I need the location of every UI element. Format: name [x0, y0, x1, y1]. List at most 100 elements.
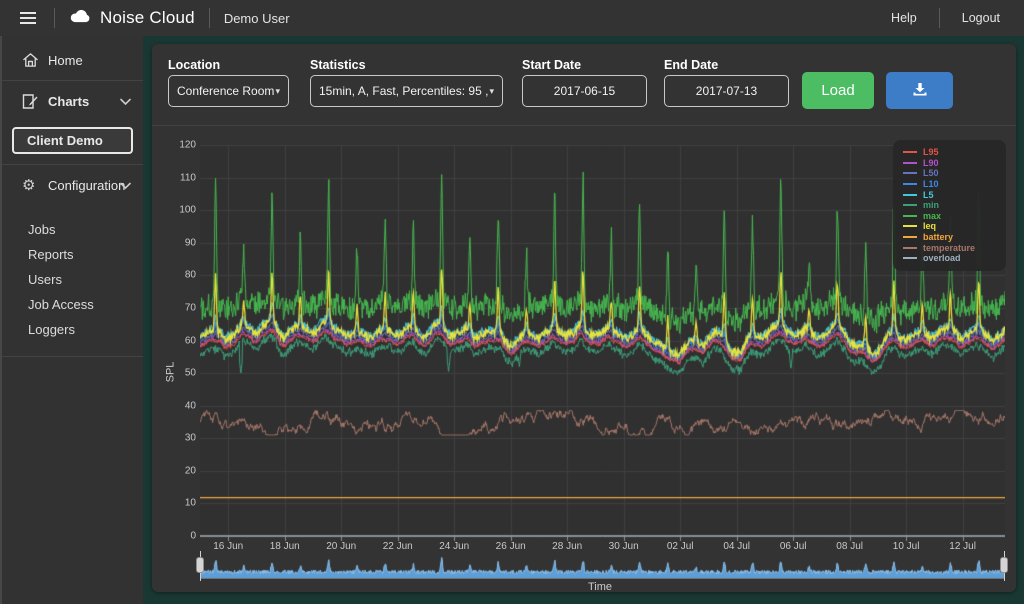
y-tick-label: 50 [184, 367, 196, 379]
sidebar-item-label: Configuration [48, 177, 126, 193]
legend-label: L95 [923, 147, 939, 158]
sidebar-item-reports[interactable]: Reports [2, 242, 143, 267]
end-date-input[interactable] [664, 75, 789, 107]
home-icon [22, 52, 48, 68]
location-value: Conference Room [177, 84, 275, 98]
caret-down-icon: ▾ [489, 85, 494, 96]
navigator-left-handle[interactable] [196, 557, 204, 573]
chart-region: SPL 120 110 100 90 80 70 60 50 40 30 20 10 0 16 Jun 1… [152, 126, 1016, 593]
y-tick-label: 120 [179, 139, 196, 151]
y-tick-label: 20 [184, 465, 196, 477]
legend-swatch [903, 204, 917, 207]
app-title: Noise Cloud [100, 8, 195, 27]
legend-label: L5 [923, 189, 934, 200]
chevron-down-icon [120, 178, 131, 193]
legend-swatch [903, 225, 917, 228]
sidebar-divider [2, 80, 143, 81]
location-label: Location [168, 58, 221, 72]
legend-label: battery [923, 232, 954, 243]
main-panel: Location Conference Room ▾ Statistics 15… [152, 44, 1016, 593]
sidebar-item-label: Charts [48, 93, 90, 109]
legend-item-L90[interactable]: L90 [903, 158, 1006, 169]
sidebar-divider [2, 164, 143, 165]
sidebar-item-jobs[interactable]: Jobs [2, 217, 143, 242]
legend-item-battery[interactable]: battery [903, 232, 1006, 243]
legend-label: leq [923, 221, 937, 232]
sidebar-config-list: Jobs Reports Users Job Access Loggers [2, 217, 143, 342]
y-tick-label: 80 [184, 269, 196, 281]
legend-swatch [903, 151, 917, 154]
top-bar: Noise Cloud Demo User Help Logout [0, 0, 1024, 36]
sidebar-item-client-demo[interactable]: Client Demo [12, 127, 133, 154]
sidebar-item-loggers[interactable]: Loggers [2, 317, 143, 342]
user-name: Demo User [223, 10, 290, 26]
download-icon [912, 82, 928, 100]
y-tick-label: 70 [184, 302, 196, 314]
sidebar-item-charts[interactable]: Charts [2, 83, 143, 119]
brand[interactable]: Noise Cloud [69, 8, 195, 28]
sidebar-divider [2, 356, 143, 357]
y-tick-label: 30 [184, 432, 196, 444]
legend-label: L90 [923, 157, 939, 168]
sidebar-item-configuration[interactable]: ⚙ Configuration [2, 167, 143, 203]
load-button[interactable]: Load [802, 72, 874, 109]
chevron-down-icon [120, 94, 131, 109]
legend-item-L95[interactable]: L95 [903, 147, 1006, 158]
y-tick-label: 110 [180, 172, 196, 184]
hamburger-menu-icon[interactable] [16, 8, 40, 28]
legend-swatch [903, 236, 917, 239]
statistics-select[interactable]: 15min, A, Fast, Percentiles: 95 ,90 , ▾ [310, 75, 503, 107]
legend-swatch [903, 246, 917, 249]
chart-note-icon [22, 93, 48, 110]
spl-time-chart[interactable] [200, 145, 1005, 543]
statistics-value: 15min, A, Fast, Percentiles: 95 ,90 , [319, 84, 489, 98]
help-link[interactable]: Help [883, 7, 925, 29]
topbar-divider [54, 8, 55, 28]
legend-label: min [923, 200, 940, 211]
y-tick-label: 40 [184, 400, 196, 412]
sidebar-item-users[interactable]: Users [2, 267, 143, 292]
location-select[interactable]: Conference Room ▾ [168, 75, 289, 107]
legend-label: temperature [923, 242, 976, 253]
legend-item-L5[interactable]: L5 [903, 189, 1006, 200]
legend-swatch [903, 161, 917, 164]
gear-icon: ⚙ [22, 177, 36, 194]
legend-swatch [903, 172, 917, 175]
legend-item-L50[interactable]: L50 [903, 168, 1006, 179]
legend-label: L10 [923, 179, 939, 190]
y-tick-label: 0 [190, 530, 196, 542]
start-date-input[interactable] [522, 75, 647, 107]
logout-link[interactable]: Logout [954, 7, 1008, 29]
download-button[interactable] [886, 72, 953, 109]
legend-item-leq[interactable]: leq [903, 221, 1006, 232]
caret-down-icon: ▾ [275, 85, 280, 96]
sidebar-item-home[interactable]: Home [2, 42, 143, 78]
start-date-label: Start Date [522, 58, 582, 72]
end-date-label: End Date [664, 58, 719, 72]
app-window: Noise Cloud Demo User Help Logout Home C… [0, 0, 1024, 604]
legend-swatch [903, 193, 917, 196]
legend-item-L10[interactable]: L10 [903, 179, 1006, 190]
legend-item-temperature[interactable]: temperature [903, 242, 1006, 253]
legend-item-max[interactable]: max [903, 211, 1006, 222]
legend-label: overload [923, 253, 961, 264]
legend-item-min[interactable]: min [903, 200, 1006, 211]
statistics-label: Statistics [310, 58, 366, 72]
topbar-divider [938, 8, 940, 28]
chart-navigator[interactable] [200, 553, 1005, 579]
y-tick-label: 100 [179, 204, 196, 216]
y-tick-label: 60 [184, 335, 196, 346]
legend-swatch [903, 257, 917, 260]
sidebar: Home Charts Client Demo ⚙ Configuration … [0, 36, 143, 604]
sidebar-item-job-access[interactable]: Job Access [2, 292, 143, 317]
x-axis-title: Time [587, 581, 613, 593]
legend-label: L50 [923, 168, 939, 179]
selected-chart-label: Client Demo [27, 133, 103, 148]
cloud-icon [69, 8, 92, 28]
navigator-right-handle[interactable] [1000, 557, 1008, 573]
legend-swatch [903, 214, 917, 217]
legend-item-overload[interactable]: overload [903, 253, 1006, 264]
sidebar-item-label: Home [48, 52, 83, 68]
legend-label: max [923, 210, 942, 221]
y-tick-label: 10 [184, 497, 196, 509]
